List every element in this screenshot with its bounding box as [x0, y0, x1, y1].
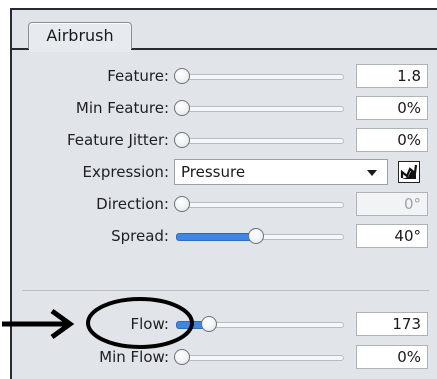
- feature-row: Feature: 1.8: [12, 60, 437, 92]
- min-feature-label: Min Feature:: [75, 99, 169, 117]
- spread-row: Spread: 40°: [12, 220, 437, 252]
- slider-fill: [176, 233, 259, 241]
- pressure-toggle-icon[interactable]: [398, 161, 420, 183]
- feature-jitter-label: Feature Jitter:: [67, 131, 169, 149]
- expression-row: Expression: Pressure: [12, 156, 437, 188]
- slider-thumb[interactable]: [174, 196, 190, 212]
- feature-slider[interactable]: [172, 68, 344, 84]
- slider-thumb[interactable]: [248, 228, 265, 244]
- direction-label: Direction:: [96, 195, 169, 213]
- expression-selected: Pressure: [181, 163, 246, 181]
- min-flow-slider[interactable]: [172, 349, 344, 365]
- feature-jitter-row: Feature Jitter: 0%: [12, 124, 437, 156]
- spread-value-field[interactable]: 40°: [356, 224, 428, 248]
- pressure-toggle-graphic: [400, 163, 418, 181]
- slider-thumb[interactable]: [174, 68, 190, 84]
- flow-slider[interactable]: [172, 316, 344, 332]
- flow-value-field[interactable]: 173: [356, 312, 428, 336]
- min-feature-row: Min Feature: 0%: [12, 92, 437, 124]
- direction-slider[interactable]: [172, 196, 344, 212]
- flow-label: Flow:: [130, 315, 169, 333]
- min-feature-slider[interactable]: [172, 100, 344, 116]
- spread-label: Spread:: [111, 227, 169, 245]
- tab-airbrush[interactable]: Airbrush: [28, 22, 132, 52]
- slider-thumb[interactable]: [174, 100, 190, 116]
- flow-row: Flow: 173: [12, 308, 437, 340]
- slider-thumb[interactable]: [200, 316, 217, 332]
- min-feature-value-field[interactable]: 0%: [356, 96, 428, 120]
- feature-value-field[interactable]: 1.8: [356, 64, 428, 88]
- slider-thumb[interactable]: [174, 132, 190, 148]
- expression-dropdown[interactable]: Pressure: [174, 159, 388, 185]
- chevron-down-icon: [367, 170, 377, 176]
- slider-thumb[interactable]: [174, 349, 190, 365]
- section-divider: [22, 290, 429, 291]
- spread-slider[interactable]: [172, 228, 344, 244]
- min-flow-row: Min Flow: 0%: [12, 341, 437, 373]
- slider-track: [176, 202, 344, 208]
- direction-row: Direction: 0°: [12, 188, 437, 220]
- slider-track: [176, 138, 344, 144]
- expression-label: Expression:: [82, 163, 169, 181]
- feature-jitter-slider[interactable]: [172, 132, 344, 148]
- min-flow-label: Min Flow:: [99, 348, 169, 366]
- direction-value-field: 0°: [356, 192, 428, 216]
- slider-track: [176, 106, 344, 112]
- feature-jitter-value-field[interactable]: 0%: [356, 128, 428, 152]
- min-flow-value-field[interactable]: 0%: [356, 345, 428, 369]
- feature-label: Feature:: [107, 67, 169, 85]
- tab-strip: Airbrush: [12, 10, 437, 52]
- slider-track: [176, 355, 344, 361]
- slider-track: [176, 74, 344, 80]
- brush-panel: Airbrush Feature: 1.8 Min Feature: 0% Fe…: [10, 8, 437, 379]
